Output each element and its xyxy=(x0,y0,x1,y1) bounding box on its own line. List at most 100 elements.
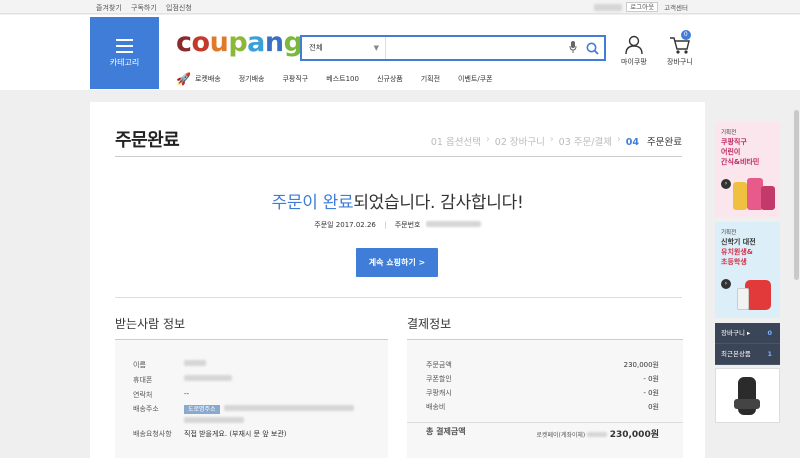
hamburger-icon xyxy=(116,39,133,53)
side-cart-label: 장바구니 ▸ xyxy=(721,329,751,337)
order-steps: 01 옵션선택 › 02 장바구니 › 03 주문/결제 › 04 주문완료 xyxy=(426,134,682,148)
seller-apply-link[interactable]: 입점신청 xyxy=(166,4,192,12)
ad2-line1: 신학기 대전 xyxy=(721,238,756,246)
user-icon xyxy=(625,35,643,55)
payment-shipping-label: 배송비 xyxy=(426,403,446,411)
logout-button[interactable]: 로그아웃 xyxy=(626,2,659,12)
side-ad-school-season[interactable]: 기획전 신학기 대전 유치원생& 초등학생 › xyxy=(715,222,780,318)
receiver-info-box: 이름 휴대폰 연락처 -- 배송주소 도로명주소 배송요청사항 직접 받을게요. (부… xyxy=(115,339,388,458)
subscribe-link[interactable]: 구독하기 xyxy=(131,4,157,12)
logo-letter: o xyxy=(191,27,211,58)
category-menu-button[interactable]: 카테고리 xyxy=(90,17,159,89)
continue-shopping-button[interactable]: 계속 쇼핑하기 > xyxy=(356,248,438,277)
side-ad-kids-snacks[interactable]: 기획전 쿠팡직구 어린이 간식&비타민 › xyxy=(715,122,780,218)
meta-divider: | xyxy=(384,221,387,229)
payment-cash-value: - 0원 xyxy=(643,389,659,397)
receiver-phone-redacted xyxy=(184,375,232,381)
order-date: 주문일 2017.02.26 xyxy=(314,221,376,229)
cart-count-badge: 0 xyxy=(680,30,691,40)
nav-item-rocket[interactable]: 로켓배송 xyxy=(195,74,221,84)
logo-letter: c xyxy=(176,27,192,58)
receiver-address-redacted xyxy=(223,405,354,411)
total-label: 총 결제금액 xyxy=(426,427,466,436)
receiver-name-redacted xyxy=(184,360,206,366)
receiver-phone-label: 휴대폰 xyxy=(133,376,153,384)
payment-info-box: 주문금액 230,000원 쿠폰할인 - 0원 쿠팡캐시 - 0원 배송비 0원 총 결… xyxy=(407,339,683,458)
school-bag-image xyxy=(735,274,775,314)
chevron-right-icon: › xyxy=(616,134,621,145)
side-mini-panel: 장바구니 ▸ 0 최근본상품 1 xyxy=(715,323,780,365)
nav-item-global[interactable]: 쿠팡직구 xyxy=(282,74,308,84)
payment-row-total: 총 결제금액 로켓페이(계좌이체) 230,000원 xyxy=(407,422,683,440)
ad2-tag: 기획전 xyxy=(721,230,737,236)
rocket-icon: 🚀 xyxy=(176,72,191,86)
payment-amount-value: 230,000원 xyxy=(623,361,659,369)
nav-item-event[interactable]: 이벤트/쿠폰 xyxy=(458,74,493,84)
microphone-icon[interactable] xyxy=(566,40,580,56)
search-icon[interactable] xyxy=(580,37,604,59)
logo-letter: p xyxy=(228,27,248,58)
side-cart-link[interactable]: 장바구니 ▸ 0 xyxy=(715,323,780,344)
side-recent-link[interactable]: 최근본상품 1 xyxy=(715,344,780,365)
order-complete-panel: 주문완료 01 옵션선택 › 02 장바구니 › 03 주문/결제 › 04 주… xyxy=(90,102,705,458)
complete-message-highlight: 주문이 완료 xyxy=(271,193,354,213)
receiver-address-value: 도로명주소 xyxy=(184,404,354,425)
payment-title: 결제정보 xyxy=(407,317,452,331)
arrow-right-icon: › xyxy=(721,279,731,289)
nav-item-new[interactable]: 신규상품 xyxy=(377,74,403,84)
logo-letter: a xyxy=(247,27,265,58)
step-4-label: 주문완료 xyxy=(647,137,682,148)
payment-amount-label: 주문금액 xyxy=(426,361,452,369)
step-4-current: 04 주문완료 xyxy=(626,134,682,148)
user-name-redacted xyxy=(594,3,623,11)
customer-center-link[interactable]: 고객센터 xyxy=(664,2,688,12)
top-utility-bar: 즐겨찾기 구독하기 입점신청 로그아웃 고객센터 xyxy=(0,0,800,14)
cart-label: 장바구니 xyxy=(667,58,693,66)
nav-item-best100[interactable]: 베스트100 xyxy=(326,74,359,84)
ad1-line3: 간식&비타민 xyxy=(721,158,760,166)
mypage-label: 마이쿠팡 xyxy=(621,58,647,66)
road-address-tag: 도로명주소 xyxy=(184,405,220,414)
payment-cash-label: 쿠팡캐시 xyxy=(426,389,452,397)
cart-button[interactable]: 0 장바구니 xyxy=(667,30,693,67)
order-meta: 주문일 2017.02.26 | 주문번호 xyxy=(90,220,705,230)
side-cart-count: 0 xyxy=(767,329,772,337)
snack-product-image xyxy=(733,176,775,214)
title-divider xyxy=(115,156,682,157)
ad2-text: 신학기 대전 유치원생& 초등학생 xyxy=(721,237,756,267)
category-label: 카테고리 xyxy=(109,58,140,67)
complete-message-rest: 되었습니다. 감사합니다! xyxy=(353,193,524,213)
arrow-right-icon: › xyxy=(721,179,731,189)
scrollbar-thumb[interactable] xyxy=(794,110,799,280)
bookmark-link[interactable]: 즐겨찾기 xyxy=(96,4,122,12)
caret-down-icon: ▼ xyxy=(373,44,379,52)
receiver-name-label: 이름 xyxy=(133,361,146,369)
payment-coupon-value: - 0원 xyxy=(643,375,659,383)
mypage-button[interactable]: 마이쿠팡 xyxy=(621,35,647,67)
receiver-name-value xyxy=(184,360,206,368)
receiver-address-redacted-2 xyxy=(184,417,244,423)
chevron-right-icon: › xyxy=(549,134,554,145)
order-number-label: 주문번호 xyxy=(394,221,421,229)
recent-product-thumb[interactable] xyxy=(715,368,780,423)
side-recent-count: 1 xyxy=(767,350,772,358)
receiver-request-value: 직접 받을게요. (부재시 문 앞 보관) xyxy=(184,430,287,438)
search-input[interactable] xyxy=(386,37,566,59)
ad1-tag: 기획전 xyxy=(721,130,737,136)
receiver-request-label: 배송요청사항 xyxy=(133,430,172,438)
receiver-contact-label: 연락처 xyxy=(133,391,153,399)
nav-item-special[interactable]: 기획전 xyxy=(421,74,440,84)
receiver-contact-value: -- xyxy=(184,390,190,398)
nav-item-subscription[interactable]: 정기배송 xyxy=(239,74,265,84)
ad2-line3: 초등학생 xyxy=(721,258,747,266)
step-3: 03 주문/결제 xyxy=(558,137,612,148)
coupang-logo[interactable]: coupang xyxy=(176,25,303,61)
ad1-line2: 어린이 xyxy=(721,148,741,156)
step-2: 02 장바구니 xyxy=(494,137,545,148)
total-value-group: 로켓페이(계좌이체) 230,000원 xyxy=(536,427,659,440)
logo-letter: n xyxy=(264,27,284,58)
page-scrollbar[interactable] xyxy=(793,90,800,458)
search-category-select[interactable]: 전체 ▼ xyxy=(302,37,386,59)
total-value: 230,000원 xyxy=(609,430,659,440)
payment-shipping-value: 0원 xyxy=(648,403,659,411)
